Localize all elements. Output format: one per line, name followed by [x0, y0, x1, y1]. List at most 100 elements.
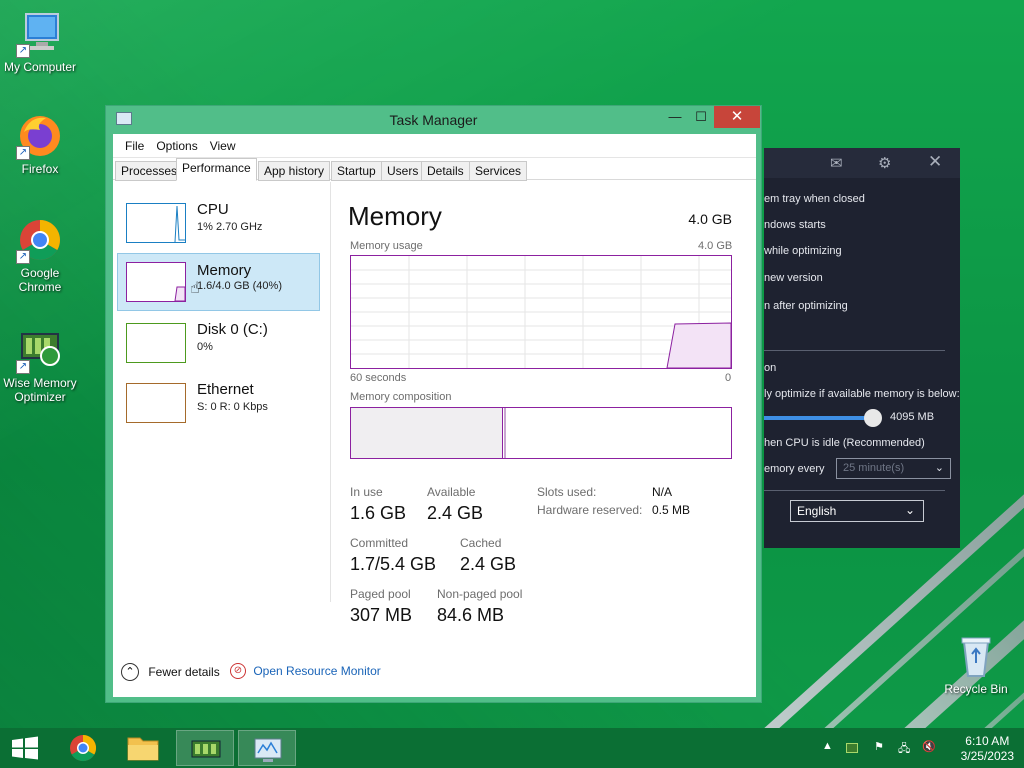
cached-value: 2.4 GB	[460, 554, 517, 574]
tab-services[interactable]: Services	[469, 161, 528, 181]
setting-auto-optimize[interactable]: ly optimize if available memory is below…	[764, 388, 960, 400]
sidebar-item-label: Ethernet	[197, 381, 254, 398]
memory-capacity: 4.0 GB	[688, 211, 732, 227]
memory-composition-bar	[350, 407, 732, 459]
committed-value: 1.7/5.4 GB	[350, 554, 437, 574]
network-icon[interactable]: 🖧	[898, 740, 910, 759]
sidebar-item-value: 1% 2.70 GHz	[197, 221, 263, 233]
desktop-icon-label: Google Chrome	[18, 266, 62, 294]
interval-value: 25 minute(s)	[843, 462, 905, 474]
tab-users[interactable]: Users	[381, 161, 425, 181]
setting-new-version[interactable]: new version	[764, 272, 823, 284]
desktop-icon-label: Wise Memory Optimizer	[3, 376, 77, 404]
desktop-icon-firefox[interactable]: ↗ Firefox	[0, 112, 80, 176]
shortcut-arrow-icon: ↗	[16, 250, 30, 264]
setting-after-optimizing[interactable]: n after optimizing	[764, 300, 848, 312]
close-icon[interactable]: ✕	[928, 152, 942, 172]
chrome-icon	[70, 734, 97, 762]
desktop-icon-label: Firefox	[21, 162, 59, 176]
available-label: Available	[427, 485, 476, 499]
close-button[interactable]: ✕	[714, 106, 760, 128]
panel-divider	[330, 182, 331, 602]
ethernet-thumbnail-graph	[126, 383, 186, 423]
maximize-button[interactable]: ☐	[688, 106, 714, 128]
tab-startup[interactable]: Startup	[331, 161, 382, 181]
volume-muted-icon[interactable]: 🔇	[922, 740, 936, 753]
interval-select[interactable]: 25 minute(s) ⌄	[836, 458, 951, 479]
sidebar-item-ethernet[interactable]: Ethernet S: 0 R: 0 Kbps	[117, 374, 320, 432]
threshold-value: 4095 MB	[890, 411, 935, 423]
page-title: Memory	[348, 201, 442, 231]
memory-usage-max: 4.0 GB	[698, 240, 733, 252]
clock-date: 3/25/2023	[960, 749, 1014, 763]
setting-while-optimizing[interactable]: while optimizing	[764, 245, 842, 257]
time-axis-end: 0	[725, 372, 732, 384]
menu-view[interactable]: View	[204, 139, 242, 153]
taskbar-task-manager[interactable]	[238, 730, 296, 766]
sidebar-item-value: 0%	[197, 341, 213, 353]
action-center-flag-icon[interactable]: ⚑	[874, 740, 884, 753]
sidebar-item-memory[interactable]: Memory 1.6/4.0 GB (40%) ☝	[117, 253, 320, 311]
desktop-icon-wise-memory-optimizer[interactable]: ↗ Wise Memory Optimizer	[0, 326, 80, 404]
desktop-icon-google-chrome[interactable]: ↗ Google Chrome	[0, 216, 80, 294]
taskbar: ▲ ⚑ 🖧 🔇 6:10 AM 3/25/2023	[0, 728, 1024, 768]
paged-pool-value: 307 MB	[350, 605, 413, 625]
menu-file[interactable]: File	[119, 139, 150, 153]
non-paged-pool-label: Non-paged pool	[437, 587, 523, 601]
memory-composition-label: Memory composition	[350, 391, 452, 403]
desktop-icon-my-computer[interactable]: ↗ My Computer	[0, 10, 80, 74]
slider-knob[interactable]	[864, 409, 882, 427]
taskbar-chrome[interactable]	[54, 730, 112, 766]
chevron-down-icon: ⌄	[934, 462, 944, 474]
memory-usage-label: Memory usage	[350, 240, 423, 252]
start-button[interactable]	[0, 728, 50, 768]
setting-cpu-idle[interactable]: hen CPU is idle (Recommended)	[764, 437, 925, 449]
gear-icon[interactable]: ⚙	[878, 154, 891, 172]
menu-options[interactable]: Options	[150, 139, 203, 153]
sidebar-item-label: Disk 0 (C:)	[197, 321, 268, 338]
tab-performance[interactable]: Performance	[176, 158, 257, 181]
resource-monitor-label: Open Resource Monitor	[253, 664, 381, 678]
tray-wise-icon[interactable]	[846, 743, 858, 753]
divider	[764, 490, 945, 491]
wise-titlebar: ✉ ⚙ ✕	[764, 148, 960, 178]
system-clock[interactable]: 6:10 AM 3/25/2023	[961, 734, 1014, 764]
task-manager-icon	[254, 738, 282, 762]
memory-threshold-slider[interactable]	[764, 416, 874, 420]
shortcut-arrow-icon: ↗	[16, 44, 30, 58]
setting-minimize-tray[interactable]: em tray when closed	[764, 193, 865, 205]
setting-run-on-startup[interactable]: ndows starts	[764, 219, 826, 231]
chevron-down-icon: ⌄	[904, 503, 915, 517]
hardware-reserved-label: Hardware reserved:	[537, 503, 643, 517]
language-select[interactable]: English ⌄	[790, 500, 924, 522]
sidebar-item-disk[interactable]: Disk 0 (C:) 0%	[117, 314, 320, 372]
available-value: 2.4 GB	[427, 503, 484, 523]
taskbar-file-explorer[interactable]	[114, 730, 172, 766]
titlebar[interactable]: Task Manager — ☐ ✕	[106, 106, 761, 134]
tab-app-history[interactable]: App history	[258, 161, 331, 181]
open-resource-monitor-link[interactable]: ⊘ Open Resource Monitor	[230, 663, 381, 683]
taskbar-wise-memory-optimizer[interactable]	[176, 730, 234, 766]
desktop-icon-recycle-bin[interactable]: Recycle Bin	[936, 632, 1016, 696]
language-value: English	[797, 504, 837, 518]
fewer-details-button[interactable]: ⌃ Fewer details	[121, 663, 220, 683]
task-manager-content: File Options View Processes Performance …	[113, 134, 756, 697]
task-manager-window: Task Manager — ☐ ✕ File Options View Pro…	[105, 105, 762, 703]
time-axis-start: 60 seconds	[350, 372, 407, 384]
chevron-up-circle-icon: ⌃	[121, 663, 139, 681]
composition-modified-segment	[504, 408, 506, 458]
mail-icon[interactable]: ✉	[830, 154, 843, 172]
windows-logo-icon	[12, 736, 38, 760]
sidebar-item-cpu[interactable]: CPU 1% 2.70 GHz	[117, 194, 320, 252]
tab-processes[interactable]: Processes	[115, 161, 184, 181]
wise-memory-optimizer-icon: ↗	[16, 326, 64, 374]
show-hidden-icons-button[interactable]: ▲	[822, 740, 833, 752]
slots-used-value: N/A	[652, 485, 673, 499]
setting-optimize-every[interactable]: emory every	[764, 463, 825, 475]
recycle-bin-icon	[952, 632, 1000, 680]
firefox-icon: ↗	[16, 112, 64, 160]
tab-details[interactable]: Details	[421, 161, 470, 181]
minimize-button[interactable]: —	[662, 106, 688, 128]
composition-in-use-segment	[351, 408, 503, 458]
folder-icon	[127, 737, 159, 761]
